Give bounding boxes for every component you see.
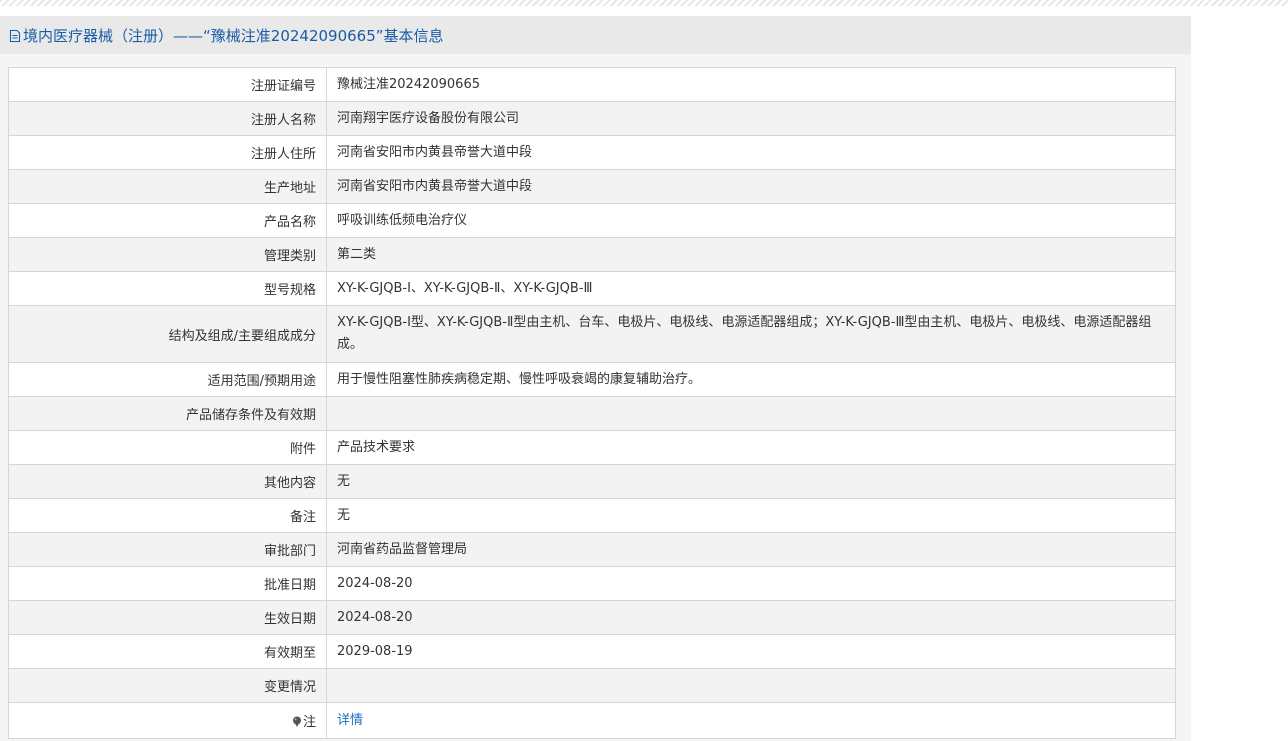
detail-panel: 境内医疗器械（注册）——“豫械注准20242090665”基本信息 注册证编号 … xyxy=(0,16,1191,741)
field-label: 批准日期 xyxy=(8,566,327,601)
table-row: 其他内容 无 xyxy=(8,464,1176,499)
field-value xyxy=(326,396,1176,431)
field-label: 备注 xyxy=(8,498,327,533)
field-value: 豫械注准20242090665 xyxy=(326,67,1176,102)
table-row: 管理类别 第二类 xyxy=(8,237,1176,272)
field-value: XY-K-GJQB-Ⅰ型、XY-K-GJQB-Ⅱ型由主机、台车、电极片、电极线、… xyxy=(326,305,1176,363)
table-row: 有效期至 2029-08-19 xyxy=(8,634,1176,669)
note-label-cell: 注 xyxy=(8,702,327,739)
field-label: 生效日期 xyxy=(8,600,327,635)
table-row: 生产地址 河南省安阳市内黄县帝誉大道中段 xyxy=(8,169,1176,204)
field-label: 注册人名称 xyxy=(8,101,327,136)
field-label: 审批部门 xyxy=(8,532,327,567)
note-label: 注 xyxy=(302,715,316,730)
field-label: 结构及组成/主要组成成分 xyxy=(8,305,327,363)
table-row: 变更情况 xyxy=(8,668,1176,703)
field-label: 产品名称 xyxy=(8,203,327,238)
field-label: 型号规格 xyxy=(8,271,327,306)
field-label: 管理类别 xyxy=(8,237,327,272)
field-value: 河南省药品监督管理局 xyxy=(326,532,1176,567)
details-link[interactable]: 详情 xyxy=(337,713,363,728)
field-value: XY-K-GJQB-Ⅰ、XY-K-GJQB-Ⅱ、XY-K-GJQB-Ⅲ xyxy=(326,271,1176,306)
field-label: 附件 xyxy=(8,430,327,465)
field-label: 其他内容 xyxy=(8,464,327,499)
field-value: 河南省安阳市内黄县帝誉大道中段 xyxy=(326,135,1176,170)
note-icon xyxy=(292,716,302,727)
field-value: 河南省安阳市内黄县帝誉大道中段 xyxy=(326,169,1176,204)
table-row: 注册证编号 豫械注准20242090665 xyxy=(8,67,1176,102)
top-decorative-stripe xyxy=(0,0,1288,6)
table-row: 产品名称 呼吸训练低频电治疗仪 xyxy=(8,203,1176,238)
field-label: 注册证编号 xyxy=(8,67,327,102)
note-value-cell: 详情 xyxy=(326,702,1176,739)
table-row: 结构及组成/主要组成成分 XY-K-GJQB-Ⅰ型、XY-K-GJQB-Ⅱ型由主… xyxy=(8,305,1176,363)
table-row: 注册人住所 河南省安阳市内黄县帝誉大道中段 xyxy=(8,135,1176,170)
table-row: 批准日期 2024-08-20 xyxy=(8,566,1176,601)
field-value: 2024-08-20 xyxy=(326,600,1176,635)
table-row: 适用范围/预期用途 用于慢性阻塞性肺疾病稳定期、慢性呼吸衰竭的康复辅助治疗。 xyxy=(8,362,1176,397)
field-label: 适用范围/预期用途 xyxy=(8,362,327,397)
field-label: 注册人住所 xyxy=(8,135,327,170)
field-value: 2029-08-19 xyxy=(326,634,1176,669)
table-row: 型号规格 XY-K-GJQB-Ⅰ、XY-K-GJQB-Ⅱ、XY-K-GJQB-Ⅲ xyxy=(8,271,1176,306)
table-row: 注册人名称 河南翔宇医疗设备股份有限公司 xyxy=(8,101,1176,136)
field-value: 2024-08-20 xyxy=(326,566,1176,601)
field-value: 无 xyxy=(326,498,1176,533)
field-label: 产品储存条件及有效期 xyxy=(8,396,327,431)
table-row: 审批部门 河南省药品监督管理局 xyxy=(8,532,1176,567)
field-value: 呼吸训练低频电治疗仪 xyxy=(326,203,1176,238)
table-row-note: 注 详情 xyxy=(8,702,1176,739)
page-title: 境内医疗器械（注册）——“豫械注准20242090665”基本信息 xyxy=(23,26,444,45)
field-value: 第二类 xyxy=(326,237,1176,272)
table-row: 产品储存条件及有效期 xyxy=(8,396,1176,431)
info-table: 注册证编号 豫械注准20242090665 注册人名称 河南翔宇医疗设备股份有限… xyxy=(8,67,1176,739)
field-label: 生产地址 xyxy=(8,169,327,204)
field-label: 有效期至 xyxy=(8,634,327,669)
field-value xyxy=(326,668,1176,703)
panel-header: 境内医疗器械（注册）——“豫械注准20242090665”基本信息 xyxy=(0,16,1191,54)
field-value: 无 xyxy=(326,464,1176,499)
table-row: 附件 产品技术要求 xyxy=(8,430,1176,465)
table-row: 生效日期 2024-08-20 xyxy=(8,600,1176,635)
table-row: 备注 无 xyxy=(8,498,1176,533)
field-value: 河南翔宇医疗设备股份有限公司 xyxy=(326,101,1176,136)
document-icon xyxy=(8,28,22,43)
field-value: 产品技术要求 xyxy=(326,430,1176,465)
field-value: 用于慢性阻塞性肺疾病稳定期、慢性呼吸衰竭的康复辅助治疗。 xyxy=(326,362,1176,397)
field-label: 变更情况 xyxy=(8,668,327,703)
